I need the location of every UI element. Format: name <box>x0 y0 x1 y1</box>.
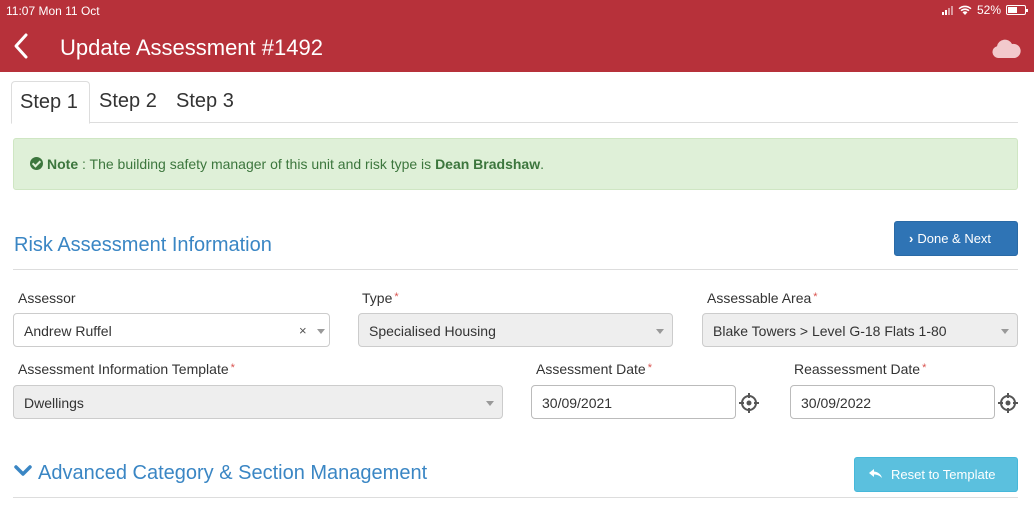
caret-down-icon <box>486 401 494 406</box>
back-chevron-icon[interactable] <box>10 32 34 60</box>
note-manager: Dean Bradshaw <box>435 156 541 172</box>
done-next-label: Done & Next <box>917 231 992 246</box>
assessor-value: Andrew Ruffel <box>24 323 112 339</box>
area-value: Blake Towers > Level G-18 Flats 1-80 <box>713 323 947 339</box>
type-value: Specialised Housing <box>369 323 496 339</box>
caret-down-icon <box>317 329 325 334</box>
divider <box>13 497 1018 498</box>
done-next-button[interactable]: › Done & Next <box>894 221 1018 256</box>
wifi-icon <box>958 5 972 15</box>
assessor-select[interactable]: Andrew Ruffel × <box>13 313 330 347</box>
assessment-date-value: 30/09/2021 <box>542 395 613 411</box>
divider <box>13 269 1018 270</box>
reset-to-template-button[interactable]: Reset to Template <box>854 457 1018 492</box>
battery-percent: 52% <box>976 3 1001 17</box>
check-circle-icon <box>30 157 43 170</box>
calendar-crosshair-icon[interactable] <box>739 393 759 413</box>
template-label: Assessment Information Template * <box>18 361 235 377</box>
signal-icon <box>941 5 953 15</box>
chevron-down-icon <box>14 465 32 476</box>
status-right: 52% <box>941 3 1028 17</box>
clear-icon[interactable]: × <box>299 323 307 338</box>
tab-step-3[interactable]: Step 3 <box>176 81 234 123</box>
page-title: Update Assessment #1492 <box>60 35 323 60</box>
reply-arrow-icon <box>869 469 882 478</box>
tab-step-2[interactable]: Step 2 <box>99 81 157 123</box>
reset-label: Reset to Template <box>891 467 996 482</box>
advanced-section-toggle[interactable]: Advanced Category & Section Management <box>14 462 427 485</box>
advanced-title: Advanced Category & Section Management <box>38 462 428 484</box>
assessable-area-select[interactable]: Blake Towers > Level G-18 Flats 1-80 <box>702 313 1018 347</box>
section-title-risk-assessment: Risk Assessment Information <box>14 234 272 256</box>
template-select[interactable]: Dwellings <box>13 385 503 419</box>
type-label: Type * <box>362 290 399 306</box>
assessor-label: Assessor <box>18 290 76 306</box>
cloud-icon[interactable] <box>990 38 1022 60</box>
caret-down-icon <box>1001 329 1009 334</box>
battery-icon <box>1006 5 1028 15</box>
nav-bar: Update Assessment #1492 <box>0 20 1034 72</box>
type-select[interactable]: Specialised Housing <box>358 313 673 347</box>
note-label: Note <box>47 156 79 172</box>
tab-step-1[interactable]: Step 1 <box>11 81 90 124</box>
reassessment-date-label: Reassessment Date * <box>794 361 927 377</box>
step-tabs: Step 1 Step 2 Step 3 <box>11 81 1018 124</box>
assessment-date-input[interactable]: 30/09/2021 <box>531 385 736 419</box>
status-bar: 11:07 Mon 11 Oct 52% <box>0 0 1034 20</box>
reassessment-date-value: 30/09/2022 <box>801 395 872 411</box>
reassessment-date-input[interactable]: 30/09/2022 <box>790 385 995 419</box>
note-end: . <box>540 156 544 172</box>
template-value: Dwellings <box>24 395 84 411</box>
calendar-crosshair-icon[interactable] <box>998 393 1018 413</box>
assessable-area-label: Assessable Area * <box>707 290 818 306</box>
safety-manager-note: Note : The building safety manager of th… <box>13 138 1018 190</box>
chevron-right-icon: › <box>909 231 914 246</box>
caret-down-icon <box>656 329 664 334</box>
assessment-date-label: Assessment Date * <box>536 361 652 377</box>
status-time: 11:07 Mon 11 Oct <box>6 4 100 18</box>
note-text: : The building safety manager of this un… <box>78 156 436 172</box>
